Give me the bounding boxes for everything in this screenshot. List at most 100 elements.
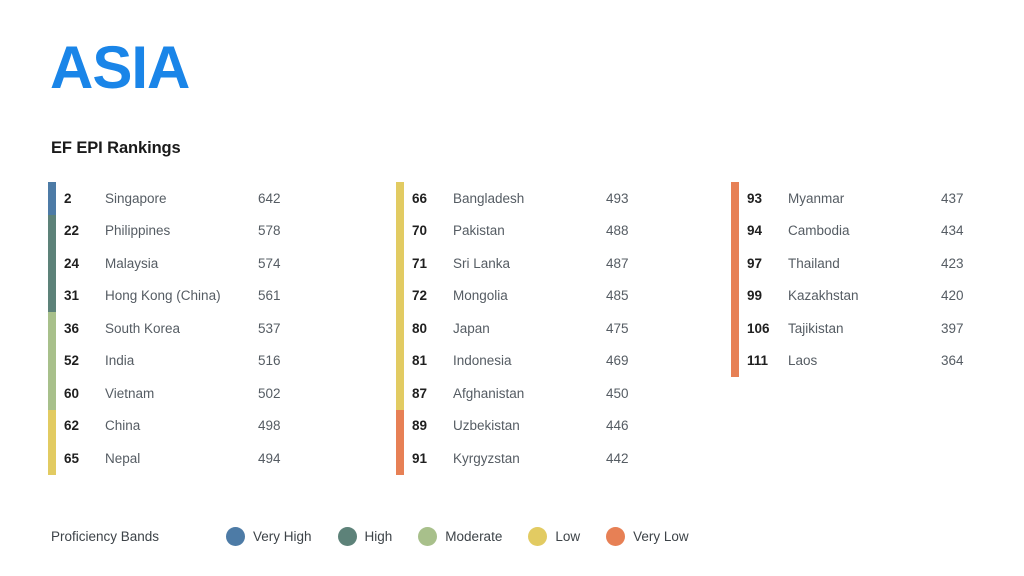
score-value: 537: [258, 320, 281, 336]
band-segment-low: [396, 182, 404, 410]
score-value: 485: [606, 288, 629, 304]
rank-value: 22: [64, 223, 80, 239]
rank-value: 71: [412, 255, 428, 271]
legend-item-high: High: [337, 526, 393, 546]
country-name: Pakistan: [453, 223, 505, 239]
country-name: Kazakhstan: [788, 288, 859, 304]
legend-item-label: Very Low: [633, 528, 689, 544]
country-name: Tajikistan: [788, 320, 844, 336]
rank-value: 70: [412, 223, 428, 239]
score-value: 502: [258, 385, 281, 401]
rank-value: 97: [747, 255, 763, 271]
country-name: Philippines: [105, 223, 171, 239]
score-value: 487: [606, 255, 629, 271]
region-title: ASIA: [50, 34, 190, 101]
legend-title: Proficiency Bands: [51, 528, 160, 544]
score-value: 437: [941, 190, 964, 206]
country-name: Mongolia: [453, 288, 508, 304]
score-value: 450: [606, 385, 629, 401]
rank-value: 52: [64, 353, 80, 369]
legend-item-label: High: [364, 528, 393, 544]
rank-value: 31: [64, 288, 80, 304]
legend-item-label: Very High: [253, 528, 312, 544]
score-value: 423: [941, 255, 964, 271]
score-value: 561: [258, 288, 281, 304]
country-name: Myanmar: [788, 190, 845, 206]
rank-value: 106: [747, 320, 770, 336]
rank-value: 24: [64, 255, 80, 271]
country-name: Afghanistan: [453, 385, 525, 401]
rank-value: 72: [412, 288, 428, 304]
legend-item-moderate: Moderate: [418, 526, 503, 546]
band-segment-very_low: [396, 409, 404, 475]
country-name: Kyrgyzstan: [453, 450, 520, 466]
rank-value: 93: [747, 190, 763, 206]
legend-items: Very High High Moderate Low Very Low: [226, 526, 715, 546]
country-name: Sri Lanka: [453, 255, 511, 271]
rank-value: 89: [412, 418, 428, 434]
score-value: 488: [606, 223, 629, 239]
band-segment-very_high: [48, 182, 56, 215]
page-title: EF EPI Rankings: [51, 139, 181, 157]
legend-item-label: Moderate: [445, 528, 503, 544]
rank-value: 111: [747, 353, 769, 369]
rank-value: 66: [412, 190, 428, 206]
rank-value: 36: [64, 320, 80, 336]
rank-value: 99: [747, 288, 763, 304]
legend-item-low: Low: [528, 526, 581, 546]
rank-value: 94: [747, 223, 763, 239]
legend: Proficiency Bands Very High High Moderate L…: [51, 524, 715, 548]
band-segment-high: [48, 214, 56, 312]
score-value: 642: [258, 190, 281, 206]
score-value: 434: [941, 223, 964, 239]
legend-swatch-icon: [226, 526, 245, 546]
country-name: India: [105, 353, 135, 369]
country-name: China: [105, 418, 141, 434]
score-value: 493: [606, 190, 629, 206]
rank-value: 91: [412, 450, 428, 466]
score-value: 420: [941, 288, 964, 304]
country-name: Indonesia: [453, 353, 512, 369]
country-name: Vietnam: [105, 385, 155, 401]
country-name: South Korea: [105, 320, 181, 336]
proficiency-band-bar: [731, 182, 739, 377]
country-name: Japan: [453, 320, 490, 336]
score-value: 494: [258, 450, 281, 466]
rank-value: 80: [412, 320, 428, 336]
proficiency-band-bar: [48, 182, 56, 475]
rank-value: 2: [64, 190, 72, 206]
country-name: Bangladesh: [453, 190, 525, 206]
score-value: 446: [606, 418, 629, 434]
legend-swatch-icon: [528, 526, 548, 546]
country-name: Uzbekistan: [453, 418, 520, 434]
rank-value: 81: [412, 353, 428, 369]
legend-swatch-icon: [418, 526, 438, 546]
country-name: Singapore: [105, 190, 167, 206]
score-value: 498: [258, 418, 281, 434]
score-value: 475: [606, 320, 629, 336]
rank-value: 65: [64, 450, 80, 466]
score-value: 442: [606, 450, 629, 466]
rank-value: 60: [64, 385, 80, 401]
proficiency-band-bar: [396, 182, 404, 475]
country-name: Thailand: [788, 255, 840, 271]
legend-item-label: Low: [555, 528, 581, 544]
score-value: 364: [941, 353, 964, 369]
legend-swatch-icon: [337, 526, 357, 546]
country-name: Hong Kong (China): [105, 288, 221, 304]
country-name: Malaysia: [105, 255, 159, 271]
legend-swatch-icon: [606, 526, 626, 546]
legend-item-very_low: Very Low: [606, 526, 689, 546]
band-segment-very_low: [731, 182, 739, 377]
legend-item-very_high: Very High: [226, 526, 312, 546]
country-name: Cambodia: [788, 223, 850, 239]
band-segment-low: [48, 409, 56, 475]
score-value: 578: [258, 223, 281, 239]
country-name: Laos: [788, 353, 818, 369]
score-value: 469: [606, 353, 629, 369]
country-name: Nepal: [105, 450, 141, 466]
rank-value: 87: [412, 385, 428, 401]
score-value: 574: [258, 255, 281, 271]
band-segment-moderate: [48, 312, 56, 410]
score-value: 516: [258, 353, 281, 369]
